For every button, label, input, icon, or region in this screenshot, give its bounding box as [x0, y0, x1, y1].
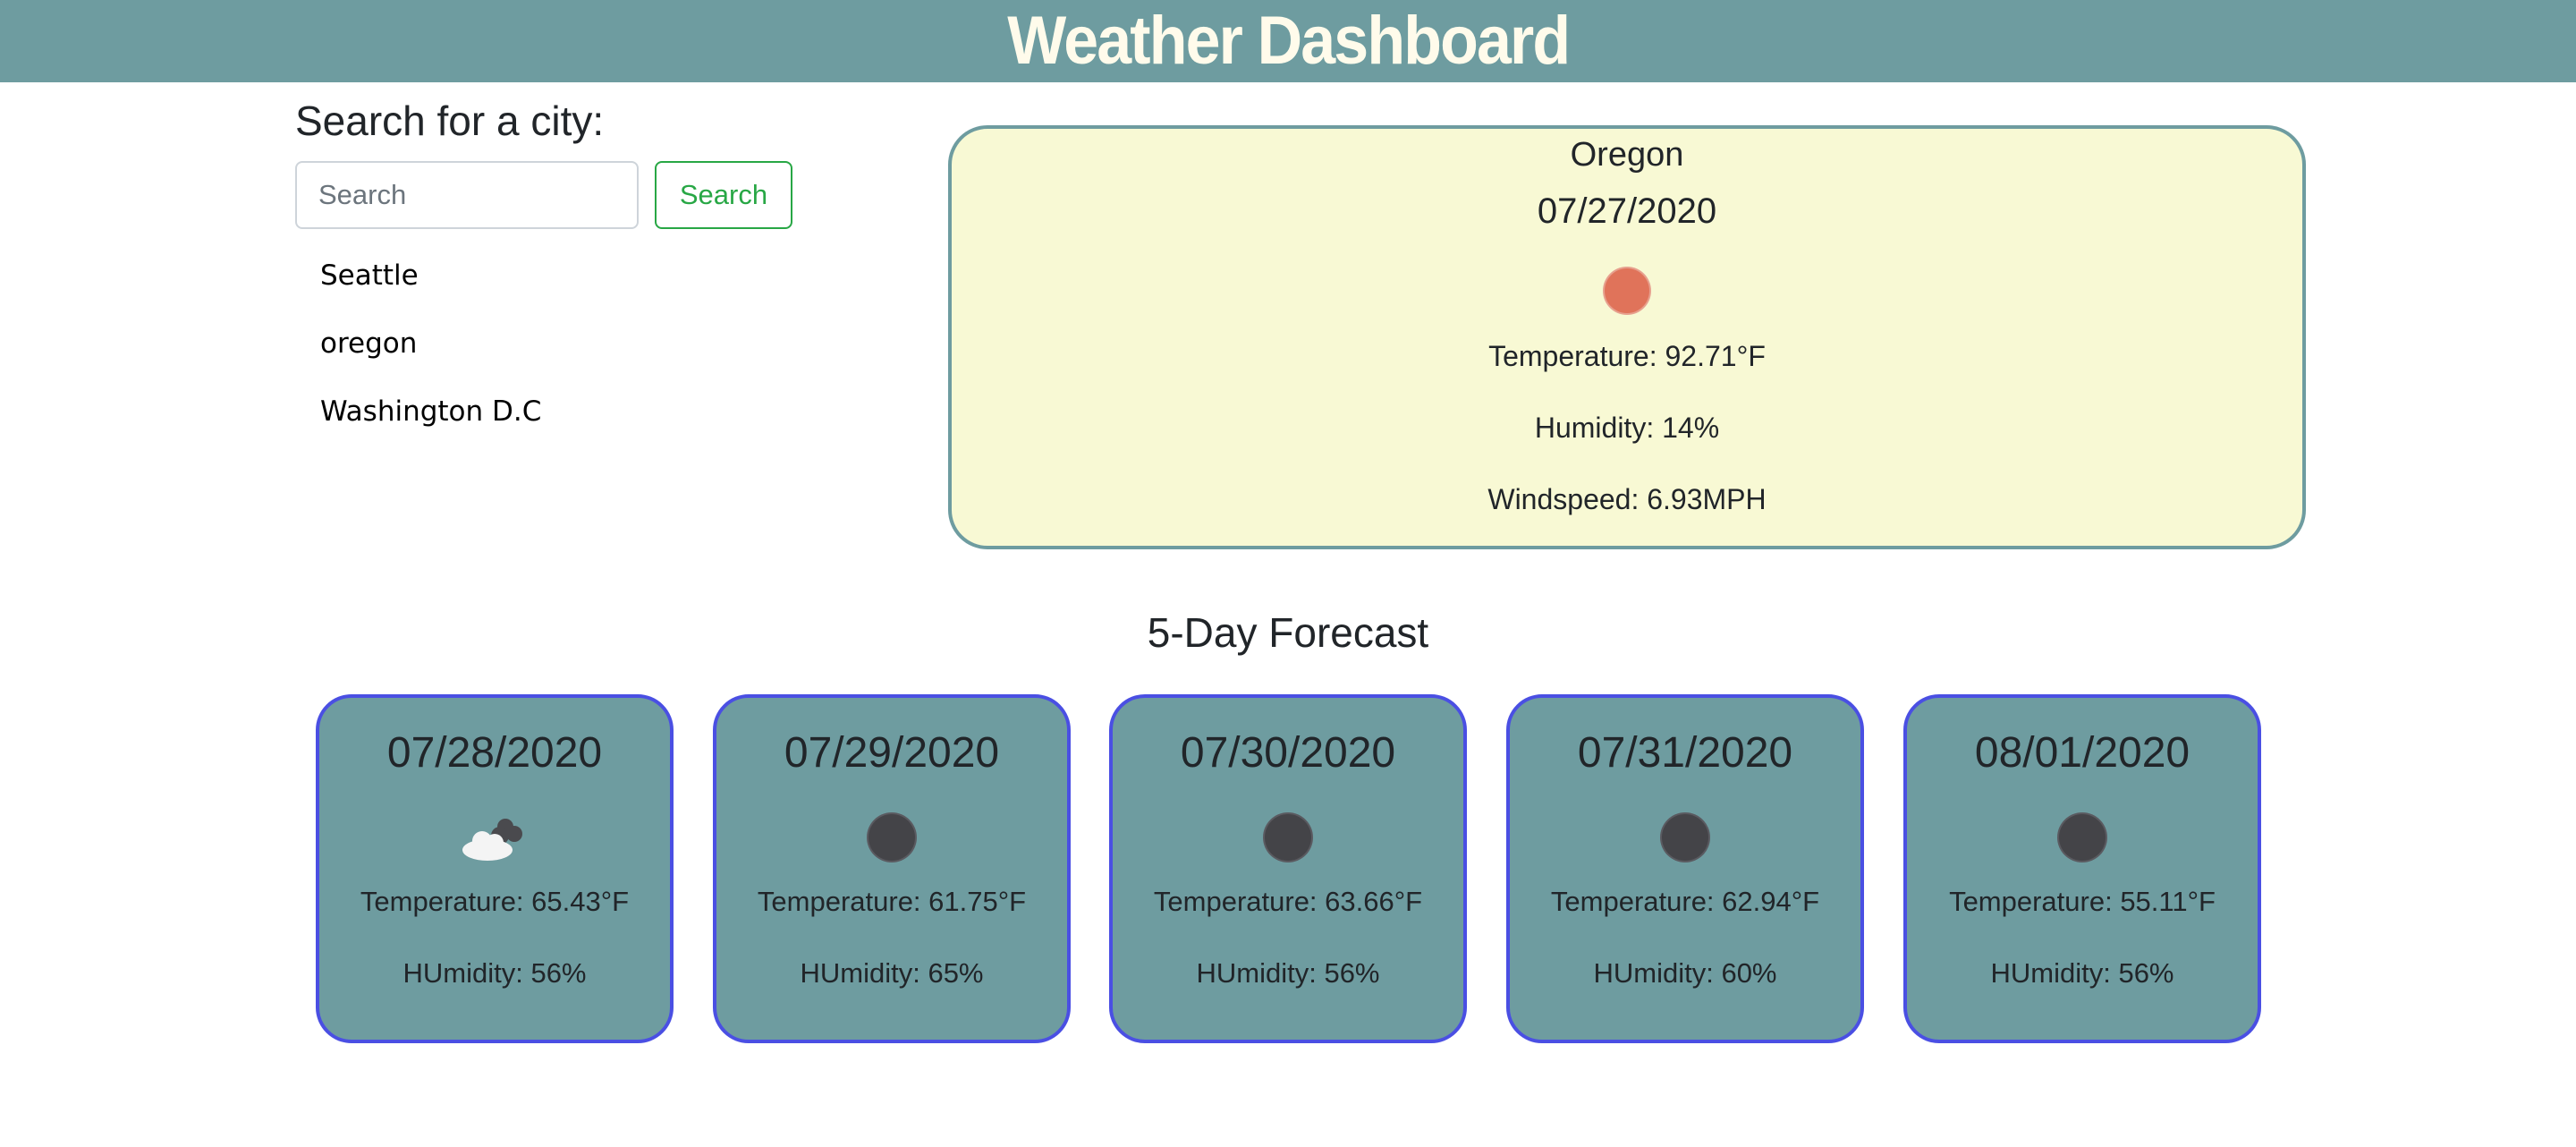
page-title: Weather Dashboard	[1007, 3, 1571, 79]
current-temperature: Temperature: 92.71°F	[1488, 340, 1766, 372]
forecast-temperature: Temperature: 62.94°F	[1550, 886, 1820, 917]
forecast-date: 08/01/2020	[1974, 729, 2190, 777]
current-windspeed: Windspeed: 6.93MPH	[1487, 483, 1767, 515]
forecast-card: 07/31/2020 Temperature: 62.94°F HUmidity…	[1506, 694, 1864, 1043]
clouds-icon	[462, 814, 522, 862]
current-weather-card: Oregon 07/27/2020 Temperature: 92.71°F H…	[948, 125, 2306, 549]
search-button[interactable]: Search	[655, 161, 792, 229]
history-item-oregon[interactable]: oregon	[295, 310, 760, 378]
forecast-card: 07/30/2020 Temperature: 63.66°F HUmidity…	[1109, 694, 1467, 1043]
forecast-temperature: Temperature: 65.43°F	[360, 886, 630, 917]
current-date: 07/27/2020	[1537, 191, 1717, 231]
forecast-date: 07/31/2020	[1577, 729, 1793, 777]
header-bar: Weather Dashboard	[0, 0, 2576, 82]
forecast-date: 07/28/2020	[386, 729, 603, 777]
forecast-humidity: HUmidity: 56%	[402, 957, 587, 989]
moon-icon	[2058, 814, 2106, 862]
search-history-list: Seattle oregon Washington D.C	[295, 242, 760, 446]
forecast-card: 07/28/2020 Temperature: 65.43°F HUmidity…	[316, 694, 674, 1043]
forecast-card: 07/29/2020 Temperature: 61.75°F HUmidity…	[713, 694, 1071, 1043]
forecast-temperature: Temperature: 63.66°F	[1153, 886, 1423, 917]
forecast-humidity: HUmidity: 65%	[800, 957, 984, 989]
moon-icon	[868, 814, 916, 862]
history-item-seattle[interactable]: Seattle	[295, 242, 760, 310]
forecast-humidity: HUmidity: 56%	[1196, 957, 1380, 989]
forecast-card: 08/01/2020 Temperature: 55.11°F HUmidity…	[1903, 694, 2261, 1043]
search-input[interactable]	[295, 161, 639, 229]
history-item-washington[interactable]: Washington D.C	[295, 378, 760, 446]
moon-icon	[1661, 814, 1709, 862]
forecast-title: 5-Day Forecast	[1147, 609, 1429, 656]
search-heading: Search for a city:	[295, 98, 605, 144]
forecast-date: 07/30/2020	[1180, 729, 1396, 777]
moon-icon	[1264, 814, 1312, 862]
forecast-temperature: Temperature: 55.11°F	[1949, 886, 2216, 917]
current-city: Oregon	[1570, 136, 1684, 174]
current-humidity: Humidity: 14%	[1534, 412, 1720, 444]
forecast-date: 07/29/2020	[784, 729, 1000, 777]
forecast-temperature: Temperature: 61.75°F	[757, 886, 1027, 917]
sun-icon	[1605, 268, 1649, 313]
forecast-humidity: HUmidity: 56%	[1990, 957, 2174, 989]
forecast-humidity: HUmidity: 60%	[1593, 957, 1777, 989]
